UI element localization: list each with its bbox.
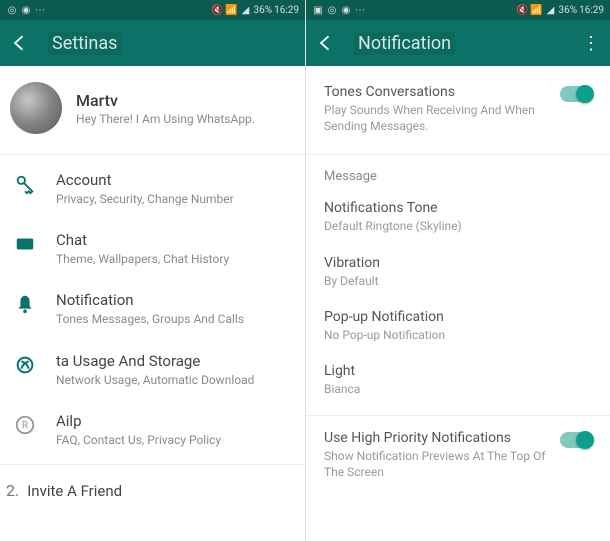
profile-name: Martv: [76, 91, 255, 110]
more-icon: ⋯: [354, 4, 366, 16]
tones-switch[interactable]: [560, 86, 592, 102]
item-title: Ailp: [56, 412, 291, 430]
status-right: 🔇 📶 ◢ 36% 16:29: [212, 4, 299, 16]
divider: [0, 154, 305, 155]
high-priority-switch[interactable]: [560, 432, 592, 448]
item-subtitle: Tones Messages, Groups And Calls: [56, 311, 291, 327]
row-title: Light: [324, 363, 592, 379]
app-status-icon: ◎: [6, 4, 18, 16]
row-subtitle: Bianca: [324, 381, 592, 397]
settings-item-data[interactable]: ta Usage And Storage Network Usage, Auto…: [0, 340, 305, 400]
key-icon: [14, 173, 36, 195]
wifi-icon: 📶: [226, 4, 238, 16]
high-priority-row[interactable]: Use High Priority Notifications Show Not…: [306, 420, 610, 490]
section-message: Message: [306, 159, 610, 190]
mute-icon: 🔇: [212, 4, 224, 16]
row-title: Tones Conversations: [324, 84, 552, 100]
back-icon[interactable]: [316, 33, 336, 53]
item-subtitle: FAQ, Contact Us, Privacy Policy: [56, 432, 291, 448]
app-bar: Settinas: [0, 20, 305, 66]
image-icon: ▣: [312, 4, 324, 16]
divider: [306, 154, 610, 155]
settings-item-help[interactable]: R Ailp FAQ, Contact Us, Privacy Policy: [0, 400, 305, 460]
app-status-icon: ◎: [326, 4, 338, 16]
status-right: 🔇 📶 ◢ 36% 16:29: [517, 4, 604, 16]
app-bar: Notification ⋮: [306, 20, 610, 66]
status-bar: ▣ ◎ ◉ ⋯ 🔇 📶 ◢ 36% 16:29: [306, 0, 610, 20]
row-subtitle: Show Notification Previews At The Top Of…: [324, 448, 552, 480]
divider: [0, 464, 305, 465]
more-icon: ⋯: [34, 4, 46, 16]
popup-row[interactable]: Pop-up Notification No Pop-up Notificati…: [306, 299, 610, 353]
settings-item-invite[interactable]: 2. Invite A Friend: [0, 469, 305, 512]
status-left: ▣ ◎ ◉ ⋯: [312, 4, 366, 16]
page-title: Settinas: [48, 32, 121, 55]
app-status-icon: ◉: [20, 4, 32, 16]
vibration-row[interactable]: Vibration By Default: [306, 245, 610, 299]
data-icon: [14, 354, 36, 376]
row-subtitle: By Default: [324, 273, 592, 289]
svg-text:R: R: [22, 420, 29, 431]
row-title: Use High Priority Notifications: [324, 430, 552, 446]
profile-status: Hey There! I Am Using WhatsApp.: [76, 112, 255, 126]
status-bar: ◎ ◉ ⋯ 🔇 📶 ◢ 36% 16:29: [0, 0, 305, 20]
row-subtitle: Play Sounds When Receiving And When Send…: [324, 102, 552, 134]
profile-row[interactable]: Martv Hey There! I Am Using WhatsApp.: [0, 66, 305, 150]
settings-item-notification[interactable]: Notification Tones Messages, Groups And …: [0, 279, 305, 339]
item-title: Chat: [56, 231, 291, 249]
clock: 16:29: [274, 5, 299, 16]
invite-prefix: 2.: [6, 481, 19, 500]
settings-item-chat[interactable]: Chat Theme, Wallpapers, Chat History: [0, 219, 305, 279]
item-subtitle: Theme, Wallpapers, Chat History: [56, 251, 291, 267]
mute-icon: 🔇: [517, 4, 529, 16]
status-left: ◎ ◉ ⋯: [6, 4, 46, 16]
item-subtitle: Network Usage, Automatic Download: [56, 372, 291, 388]
bell-icon: [14, 293, 36, 315]
battery-text: 36%: [254, 5, 273, 16]
shield-icon: ◉: [340, 4, 352, 16]
divider: [306, 415, 610, 416]
tones-conversations-row[interactable]: Tones Conversations Play Sounds When Rec…: [306, 66, 610, 144]
item-title: Invite A Friend: [27, 482, 122, 500]
avatar: [10, 82, 62, 134]
row-title: Vibration: [324, 255, 592, 271]
signal-icon: ◢: [240, 4, 252, 16]
help-icon: R: [14, 414, 36, 436]
signal-icon: ◢: [545, 4, 557, 16]
clock: 16:29: [579, 5, 604, 16]
notification-tone-row[interactable]: Notifications Tone Default Ringtone (Sky…: [306, 190, 610, 244]
settings-item-account[interactable]: Account Privacy, Security, Change Number: [0, 159, 305, 219]
light-row[interactable]: Light Bianca: [306, 353, 610, 407]
wifi-icon: 📶: [531, 4, 543, 16]
item-title: Account: [56, 171, 291, 189]
settings-screen: ◎ ◉ ⋯ 🔇 📶 ◢ 36% 16:29 Settinas Martv Hey…: [0, 0, 305, 541]
row-title: Notifications Tone: [324, 200, 592, 216]
row-title: Pop-up Notification: [324, 309, 592, 325]
item-title: Notification: [56, 291, 291, 309]
row-subtitle: Default Ringtone (Skyline): [324, 218, 592, 234]
item-title: ta Usage And Storage: [56, 352, 291, 370]
notification-screen: ▣ ◎ ◉ ⋯ 🔇 📶 ◢ 36% 16:29 Notification ⋮ T…: [305, 0, 610, 541]
overflow-menu-icon[interactable]: ⋮: [582, 33, 600, 54]
row-subtitle: No Pop-up Notification: [324, 327, 592, 343]
notification-content: Tones Conversations Play Sounds When Rec…: [306, 66, 610, 491]
back-icon[interactable]: [10, 33, 30, 53]
item-subtitle: Privacy, Security, Change Number: [56, 191, 291, 207]
settings-content: Martv Hey There! I Am Using WhatsApp. Ac…: [0, 66, 305, 512]
battery-text: 36%: [559, 5, 578, 16]
chat-icon: [14, 233, 36, 255]
page-title: Notification: [354, 32, 455, 55]
